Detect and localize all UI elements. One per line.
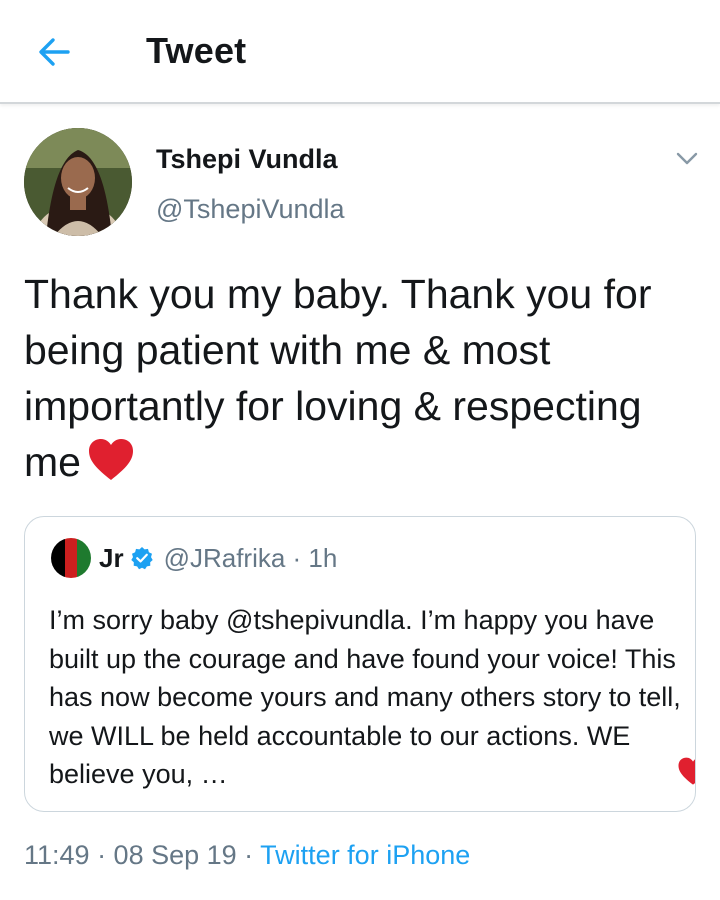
arrow-left-icon xyxy=(39,38,70,66)
quoted-emoji-row xyxy=(677,757,695,791)
author-avatar[interactable] xyxy=(24,128,132,236)
tweet-timestamp: 11:49 · 08 Sep 19 · xyxy=(24,840,261,870)
tweet-source-link[interactable]: Twitter for iPhone xyxy=(260,840,470,870)
quoted-author-avatar xyxy=(51,538,91,578)
red-heart-icon xyxy=(677,757,695,791)
back-button[interactable] xyxy=(30,28,78,76)
author-handle[interactable]: @TshepiVundla xyxy=(156,194,345,225)
quoted-author-name: Jr xyxy=(99,542,124,573)
tweet-meta: 11:49 · 08 Sep 19 · Twitter for iPhone xyxy=(24,840,470,871)
quoted-author-handle: @JRafrika · 1h xyxy=(163,542,338,573)
tweet-options-button[interactable] xyxy=(670,146,704,172)
verified-badge-icon xyxy=(130,546,154,570)
chevron-down-icon xyxy=(676,152,698,165)
tweet-body: Thank you my baby. Thank you for being p… xyxy=(24,266,694,496)
tweet-detail-screen: Tweet Tshepi Vundla @TshepiVundla Thank … xyxy=(0,0,720,900)
author-name[interactable]: Tshepi Vundla xyxy=(156,144,338,175)
quoted-tweet-header: Jr @JRafrika · 1h xyxy=(51,538,338,578)
quoted-tweet-card[interactable]: Jr @JRafrika · 1h I’m sorry baby @tshepi… xyxy=(24,516,696,812)
red-heart-icon xyxy=(87,438,135,496)
quoted-tweet-text: I’m sorry baby @tshepivundla. I’m happy … xyxy=(49,605,681,789)
avatar-photo xyxy=(24,128,132,236)
top-app-bar: Tweet xyxy=(0,0,720,104)
page-title: Tweet xyxy=(146,30,247,71)
